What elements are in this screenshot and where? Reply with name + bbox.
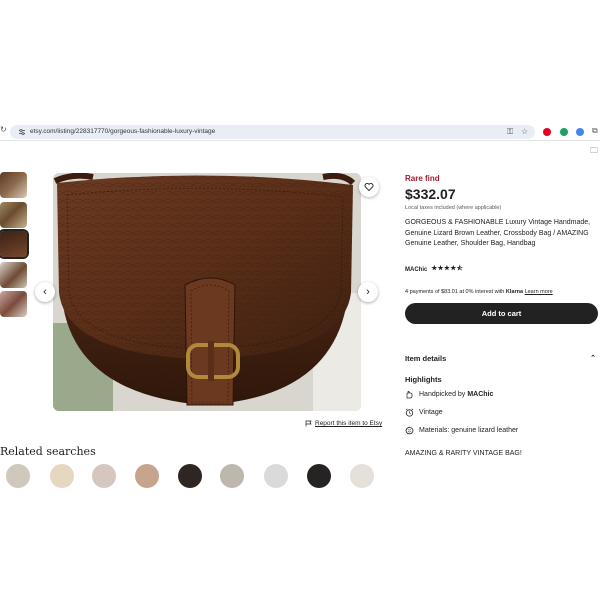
extensions-puzzle-icon[interactable]: ⧉ bbox=[592, 127, 598, 135]
item-details-heading: Item details bbox=[405, 354, 447, 363]
site-info-icon[interactable] bbox=[18, 128, 26, 136]
address-bar[interactable]: etsy.com/listing/228317770/gorgeous-fash… bbox=[10, 125, 535, 139]
materials-icon bbox=[405, 426, 414, 435]
related-search-9[interactable] bbox=[350, 464, 374, 488]
rare-find-badge: Rare find bbox=[405, 174, 440, 183]
password-key-icon[interactable]: ⚿ bbox=[507, 128, 513, 136]
vintage-label: Vintage bbox=[419, 409, 443, 416]
reload-icon[interactable]: ↻ bbox=[0, 125, 7, 134]
related-search-1[interactable] bbox=[6, 464, 30, 488]
shop-name-link[interactable]: MAChic bbox=[405, 267, 427, 273]
highlights-heading: Highlights bbox=[405, 375, 442, 384]
highlight-materials: Materials: genuine lizard leather bbox=[405, 426, 518, 435]
price: $332.07 bbox=[405, 186, 456, 202]
thumbnail-5[interactable] bbox=[0, 291, 27, 317]
main-product-image[interactable] bbox=[53, 173, 361, 411]
installments-text: 4 payments of $83.01 at 0% interest with bbox=[405, 289, 505, 295]
bookmarks-folder-icon[interactable]: 🗀 bbox=[590, 145, 598, 159]
thumbnail-1[interactable] bbox=[0, 172, 27, 198]
klarna-installments: 4 payments of $83.01 at 0% interest with… bbox=[405, 289, 553, 295]
item-details-toggle[interactable]: Item details ⌃ bbox=[405, 354, 598, 363]
materials-label: Materials: genuine lizard leather bbox=[419, 427, 519, 434]
blue-extension-icon[interactable] bbox=[576, 128, 584, 136]
chevron-up-icon: ⌃ bbox=[590, 355, 596, 362]
green-extension-icon[interactable] bbox=[560, 128, 568, 136]
related-search-2[interactable] bbox=[50, 464, 74, 488]
report-item-label: Report this item to Etsy bbox=[315, 420, 383, 427]
related-search-4[interactable] bbox=[135, 464, 159, 488]
handpicked-prefix: Handpicked by bbox=[419, 391, 466, 398]
bookmark-star-icon[interactable]: ☆ bbox=[521, 128, 528, 136]
item-description: AMAZING & RARITY VINTAGE BAG! bbox=[405, 450, 522, 457]
hand-icon bbox=[405, 390, 414, 399]
klarna-logo: Klarna bbox=[505, 289, 524, 295]
toolbar-divider bbox=[0, 140, 600, 141]
related-search-8[interactable] bbox=[307, 464, 331, 488]
previous-image-button[interactable]: ‹ bbox=[35, 282, 55, 302]
star-rating[interactable]: ★★★★⯪ bbox=[431, 264, 463, 275]
add-to-cart-button[interactable]: Add to cart bbox=[405, 303, 598, 324]
learn-more-link[interactable]: Learn more bbox=[525, 289, 553, 295]
highlight-vintage: Vintage bbox=[405, 408, 443, 417]
heart-icon bbox=[364, 182, 374, 192]
favorite-button[interactable] bbox=[359, 177, 379, 197]
leather-bag-photo bbox=[53, 173, 361, 411]
related-search-3[interactable] bbox=[92, 464, 116, 488]
next-image-button[interactable]: › bbox=[358, 282, 378, 302]
flag-icon bbox=[305, 420, 312, 427]
tax-note: Local taxes included (where applicable) bbox=[405, 205, 502, 211]
related-search-6[interactable] bbox=[220, 464, 244, 488]
browser-toolbar: ↻ etsy.com/listing/228317770/gorgeous-fa… bbox=[0, 124, 600, 140]
report-item-link[interactable]: Report this item to Etsy bbox=[305, 420, 382, 427]
product-title: GORGEOUS & FASHIONABLE Luxury Vintage Ha… bbox=[405, 219, 591, 247]
related-search-7[interactable] bbox=[264, 464, 288, 488]
pinterest-extension-icon[interactable] bbox=[543, 128, 551, 136]
thumbnail-2[interactable] bbox=[0, 202, 27, 228]
clock-icon bbox=[405, 408, 414, 417]
shop-rating-row: MAChic ★★★★⯪ bbox=[405, 264, 463, 275]
thumbnail-4[interactable] bbox=[0, 262, 27, 288]
handpicked-shop: MAChic bbox=[467, 391, 494, 398]
thumbnail-3[interactable] bbox=[0, 229, 29, 259]
url-text: etsy.com/listing/228317770/gorgeous-fash… bbox=[30, 128, 216, 135]
highlight-handpicked: Handpicked by MAChic bbox=[405, 390, 493, 399]
related-search-5[interactable] bbox=[178, 464, 202, 488]
related-searches-heading: Related searches bbox=[0, 445, 96, 458]
